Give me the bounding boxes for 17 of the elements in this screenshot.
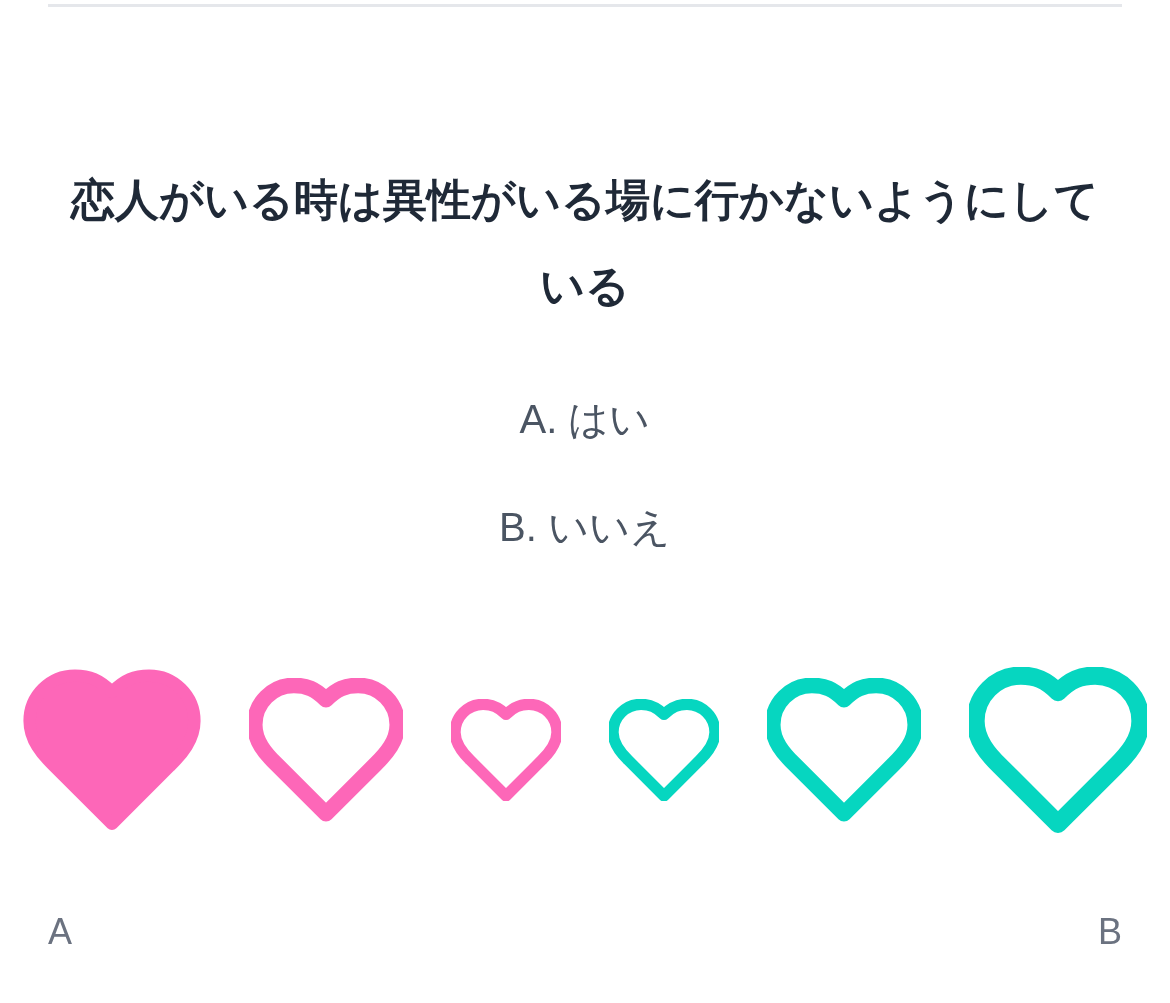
- question-text: 恋人がいる時は異性がいる場に行かないようにしている: [69, 174, 1100, 312]
- heart-icon: [609, 698, 719, 802]
- scale-label: B: [1098, 910, 1122, 954]
- heart-icon: [767, 678, 921, 822]
- heart-rating-button[interactable]: [23, 669, 201, 831]
- heart-icon: [969, 667, 1147, 833]
- heart-rating-button[interactable]: [609, 700, 719, 800]
- heart-icon: [23, 667, 201, 833]
- heart-rating-button[interactable]: [249, 680, 403, 820]
- heart-icon: [249, 678, 403, 822]
- scale-label: A: [48, 910, 72, 954]
- heart-rating-button[interactable]: [767, 680, 921, 820]
- answer-option: A. はい: [519, 391, 651, 447]
- answer-option: B. いいえ: [499, 499, 671, 555]
- heart-rating-button[interactable]: [969, 669, 1147, 831]
- heart-icon: [451, 698, 561, 802]
- heart-rating-button[interactable]: [451, 700, 561, 800]
